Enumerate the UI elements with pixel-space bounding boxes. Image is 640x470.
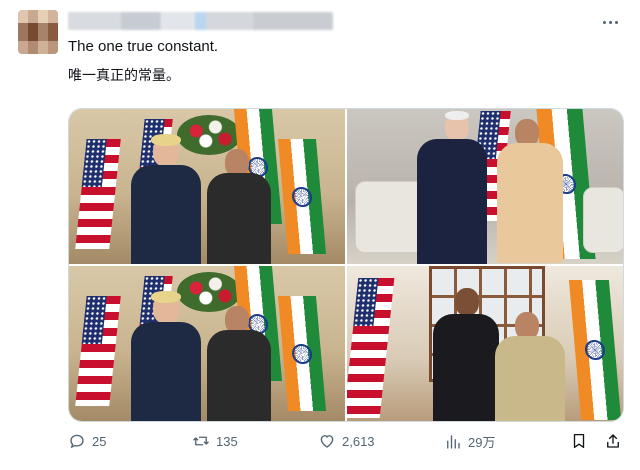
share-button[interactable] [604,432,622,450]
retweet-button[interactable]: 135 [192,432,238,450]
reply-button[interactable]: 25 [68,432,106,450]
retweet-icon [192,432,210,450]
more-options-icon[interactable] [598,14,622,30]
tweet-text-line-2: 唯一真正的常量。 [68,68,180,84]
flag-usa [347,278,395,418]
flag-india [568,280,622,420]
like-count: 2,613 [342,433,375,449]
bookmark-icon [570,432,588,450]
flag-usa [75,296,121,406]
media-grid [68,108,624,422]
views-count: 29万 [468,435,496,450]
retweet-count: 135 [216,433,238,449]
photo-4[interactable] [347,266,623,421]
bookmark-button[interactable] [570,432,588,450]
photo-2[interactable] [347,109,623,264]
heart-icon [318,432,336,450]
author-name-redacted[interactable] [68,12,333,30]
photo-3[interactable] [69,266,345,421]
share-icon [604,432,622,450]
action-bar: 25 135 2,613 29万 [68,432,628,458]
photo-1[interactable] [69,109,345,264]
views-button[interactable]: 29万 [444,432,495,451]
flag-india [277,139,327,254]
avatar[interactable] [18,10,58,54]
reply-count: 25 [92,433,107,449]
tweet-text-line-1: The one true constant. [68,38,219,55]
reply-icon [68,432,86,450]
bar-chart-icon [444,433,462,451]
flag-india [277,296,327,411]
like-button[interactable]: 2,613 [318,432,375,450]
flag-usa [75,139,121,249]
sofa [583,187,623,253]
